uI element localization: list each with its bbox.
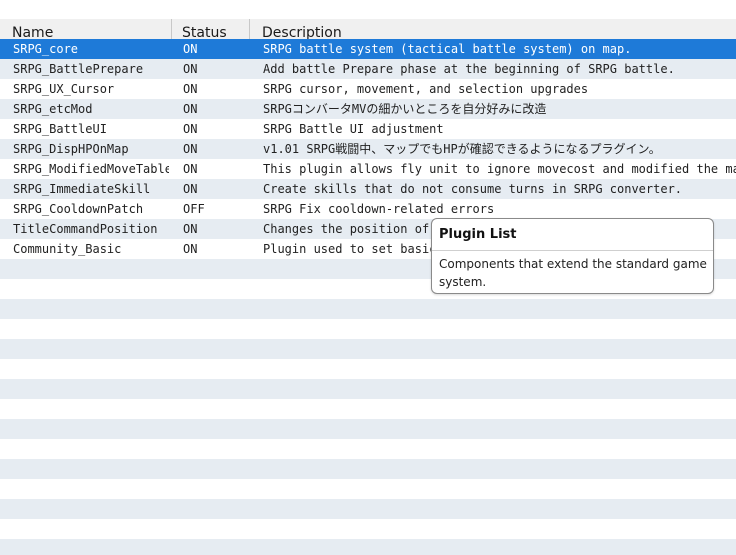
tooltip-body: Components that extend the standard game… [439,257,707,289]
empty-row[interactable] [0,299,736,319]
empty-row[interactable] [0,419,736,439]
empty-row[interactable] [0,459,736,479]
plugin-list-tooltip: Plugin List Components that extend the s… [431,218,714,294]
plugin-name-cell: SRPG_CooldownPatch [13,202,144,216]
top-strip [0,0,736,8]
plugin-name-cell: SRPG_etcMod [13,102,93,116]
plugin-description-cell: v1.01 SRPG戦闘中、マップでもHPが確認できるようになるプラグイン。 [263,142,661,156]
plugin-status-cell: ON [183,222,198,236]
table-row[interactable]: SRPG_BattlePrepare ON Add battle Prepare p… [0,59,736,79]
plugin-status-cell: ON [183,162,198,176]
plugin-rows: SRPG_core ON SRPG battle system (tactical … [0,39,736,555]
plugin-status-cell: ON [183,102,198,116]
plugin-name-cell: TitleCommandPosition [13,222,158,236]
tooltip-divider [432,250,713,251]
plugin-status-cell: ON [183,182,198,196]
empty-row[interactable] [0,359,736,379]
plugin-status-cell: OFF [183,202,205,216]
plugin-description-cell: SRPG battle system (tactical battle syst… [263,42,632,56]
table-row[interactable]: SRPG_CooldownPatch OFF SRPG Fix cooldown-r… [0,199,736,219]
plugin-description-cell: This plugin allows fly unit to ignore mo… [263,162,736,176]
empty-row[interactable] [0,319,736,339]
table-row[interactable]: SRPG_BattleUI ON SRPG Battle UI adjustment [0,119,736,139]
plugin-name-cell: SRPG_BattlePrepare [13,62,144,76]
table-row[interactable]: SRPG_core ON SRPG battle system (tactical … [0,39,736,59]
plugin-status-cell: ON [183,242,198,256]
table-row[interactable]: SRPG_ModifiedMoveTable ON This plugin allo… [0,159,736,179]
plugin-name-cell: Community_Basic [13,242,122,256]
plugin-name-cell: SRPG_core [13,42,79,56]
table-row[interactable]: SRPG_etcMod ON SRPGコンバータMVの細かいところを自分好みに改造 [0,99,736,119]
empty-row[interactable] [0,379,736,399]
plugin-name-cell: SRPG_ImmediateSkill [13,182,151,196]
table-row[interactable]: SRPG_UX_Cursor ON SRPG cursor, movement, a… [0,79,736,99]
plugin-status-cell: ON [183,142,198,156]
plugin-description-cell: Create skills that do not consume turns … [263,182,683,196]
plugin-status-cell: ON [183,82,198,96]
plugin-name-cell: SRPG_DispHPOnMap [13,142,129,156]
empty-row[interactable] [0,499,736,519]
plugin-status-cell: ON [183,42,198,56]
plugin-description-cell: SRPG Battle UI adjustment [263,122,444,136]
tooltip-title: Plugin List [439,227,517,242]
empty-row[interactable] [0,539,736,555]
plugin-name-cell: SRPG_BattleUI [13,122,107,136]
empty-row[interactable] [0,399,736,419]
plugin-name-cell: SRPG_UX_Cursor [13,82,115,96]
empty-row[interactable] [0,519,736,539]
plugin-name-cell: SRPG_ModifiedMoveTable [13,162,169,176]
plugin-description-cell: SRPGコンバータMVの細かいところを自分好みに改造 [263,102,547,116]
plugin-description-cell: SRPG cursor, movement, and selection upg… [263,82,589,96]
empty-row[interactable] [0,439,736,459]
table-row[interactable]: SRPG_DispHPOnMap ON v1.01 SRPG戦闘中、マップでもHPが… [0,139,736,159]
empty-row[interactable] [0,479,736,499]
table-row[interactable]: SRPG_ImmediateSkill ON Create skills that … [0,179,736,199]
plugin-description-cell: Add battle Prepare phase at the beginnin… [263,62,675,76]
plugin-description-cell: SRPG Fix cooldown-related errors [263,202,495,216]
plugin-status-cell: ON [183,122,198,136]
empty-row[interactable] [0,339,736,359]
plugin-status-cell: ON [183,62,198,76]
